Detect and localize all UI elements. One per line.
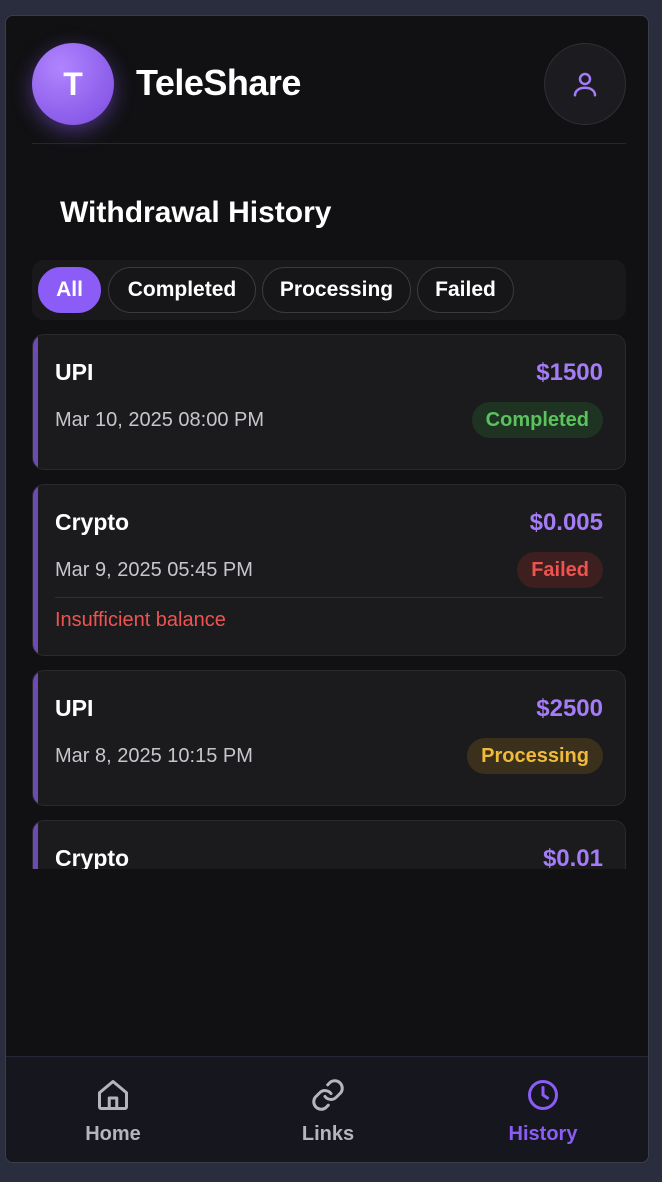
- withdrawal-date: Mar 10, 2025 08:00 PM: [55, 409, 265, 431]
- app-frame: T TeleShare Withdrawal History All Compl…: [5, 15, 649, 1163]
- status-badge: Completed: [471, 402, 603, 438]
- filter-failed[interactable]: Failed: [417, 267, 514, 313]
- link-icon: [312, 1079, 344, 1111]
- card-accent: [33, 821, 38, 869]
- nav-home-label: Home: [85, 1123, 141, 1145]
- card-divider: [55, 597, 603, 598]
- withdrawal-amount: $0.005: [529, 509, 603, 536]
- withdrawal-amount: $1500: [536, 359, 603, 386]
- status-badge: Processing: [467, 738, 603, 774]
- page-title: Withdrawal History: [60, 196, 332, 229]
- failure-reason: Insufficient balance: [55, 609, 226, 631]
- withdrawal-card[interactable]: Crypto $0.005 Mar 9, 2025 05:45 PM Faile…: [32, 484, 626, 656]
- card-accent: [33, 335, 38, 469]
- nav-home[interactable]: Home: [6, 1057, 220, 1162]
- withdrawal-amount: $2500: [536, 695, 603, 722]
- filter-processing[interactable]: Processing: [262, 267, 411, 313]
- nav-history-label: History: [508, 1123, 578, 1145]
- profile-button[interactable]: [544, 43, 626, 125]
- app-logo-letter: T: [63, 65, 83, 102]
- nav-history[interactable]: History: [436, 1057, 648, 1162]
- filter-bar: All Completed Processing Failed: [32, 260, 626, 320]
- home-icon: [98, 1080, 128, 1110]
- filter-all[interactable]: All: [38, 267, 101, 313]
- withdrawal-card[interactable]: UPI $2500 Mar 8, 2025 10:15 PM Processin…: [32, 670, 626, 806]
- app-logo: T: [32, 43, 114, 125]
- nav-links-label: Links: [301, 1123, 355, 1145]
- header-divider: [32, 143, 626, 144]
- withdrawal-amount: $0.01: [542, 845, 603, 869]
- withdrawal-method: Crypto: [55, 509, 130, 535]
- clock-icon: [528, 1080, 558, 1110]
- card-accent: [33, 485, 38, 655]
- withdrawal-method: UPI: [55, 359, 94, 385]
- user-icon: [573, 72, 597, 97]
- nav-links[interactable]: Links: [221, 1057, 435, 1162]
- withdrawal-method: UPI: [55, 695, 94, 721]
- status-badge: Failed: [517, 552, 603, 588]
- bottom-nav: Home Links History: [6, 1056, 648, 1162]
- withdrawal-date: Mar 8, 2025 10:15 PM: [55, 745, 253, 767]
- app-title: TeleShare: [136, 62, 301, 103]
- withdrawal-method: Crypto: [55, 845, 130, 869]
- app-header: T TeleShare: [6, 16, 648, 144]
- withdrawal-card[interactable]: UPI $1500 Mar 10, 2025 08:00 PM Complete…: [32, 334, 626, 470]
- card-accent: [33, 671, 38, 805]
- withdrawal-date: Mar 9, 2025 05:45 PM: [55, 559, 253, 581]
- withdrawal-list: UPI $1500 Mar 10, 2025 08:00 PM Complete…: [6, 334, 648, 869]
- withdrawal-card[interactable]: Crypto $0.01: [32, 820, 626, 869]
- filter-completed[interactable]: Completed: [108, 267, 256, 313]
